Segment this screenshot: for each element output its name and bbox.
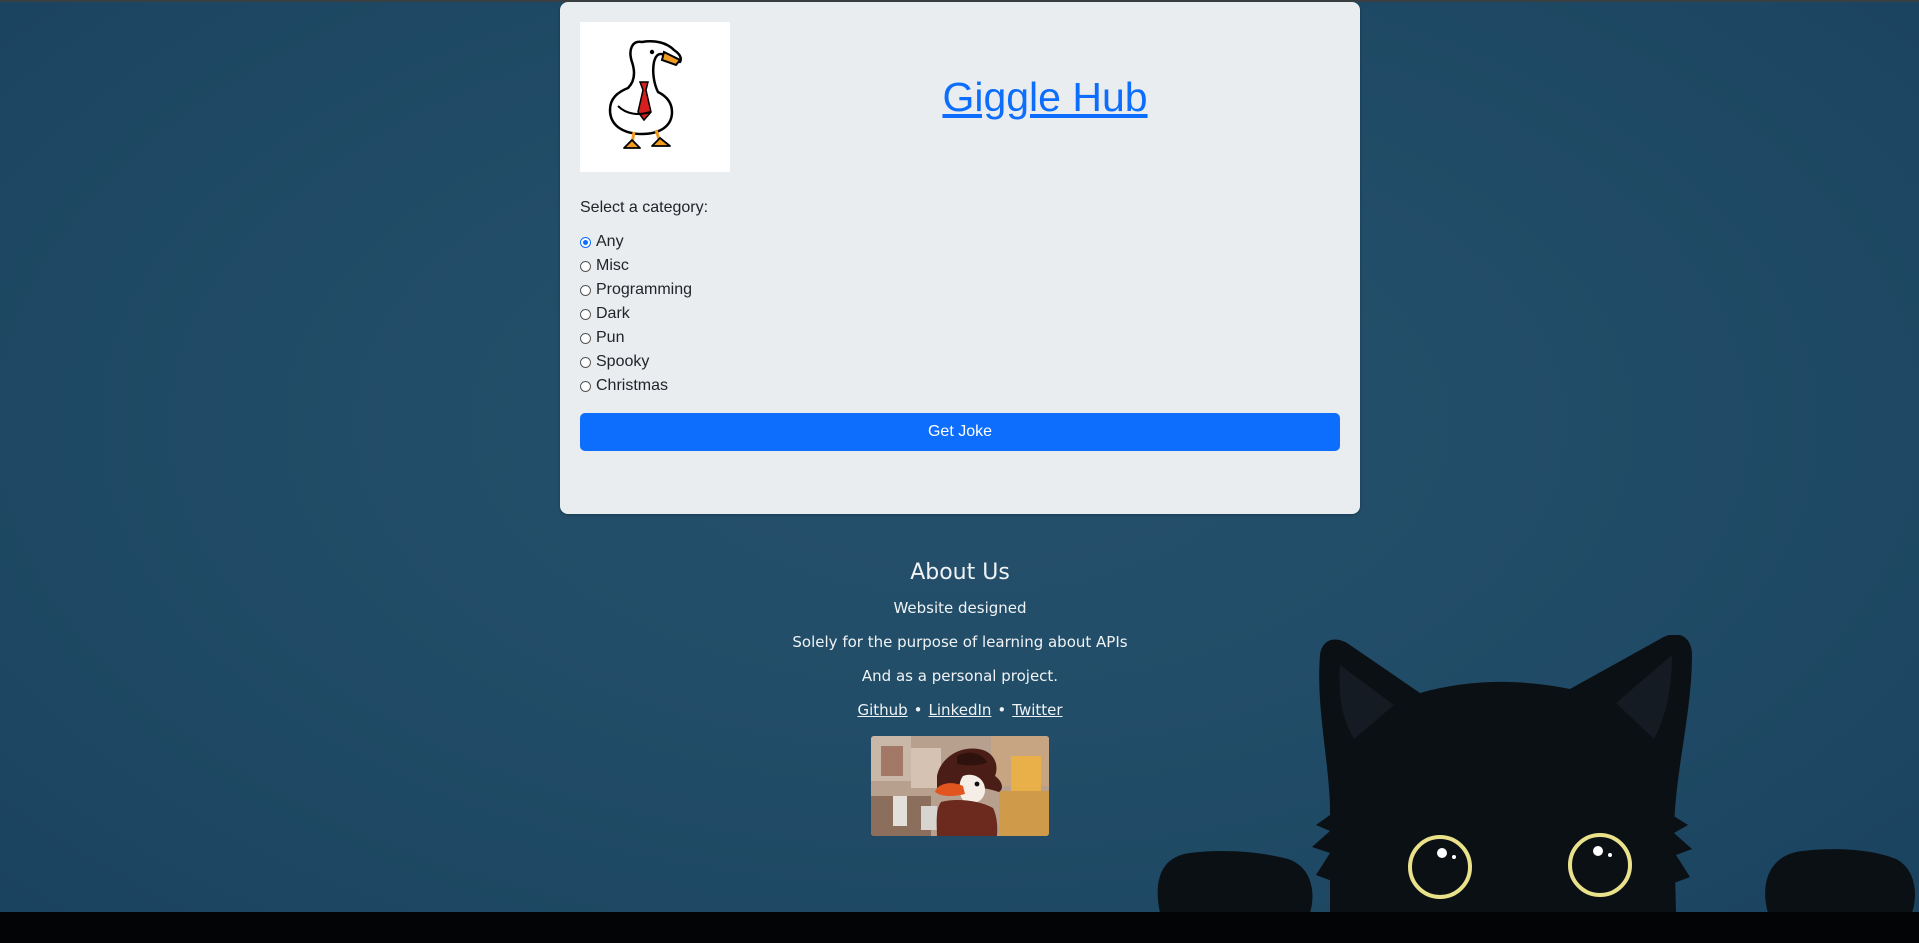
category-label: Select a category: xyxy=(580,199,709,216)
joke-card: Giggle Hub Select a category: Any Misc P… xyxy=(560,2,1360,514)
about-line: Website designed xyxy=(893,599,1027,617)
category-option-christmas[interactable]: Christmas xyxy=(580,374,692,398)
site-title-link[interactable]: Giggle Hub xyxy=(730,74,1360,121)
category-option-label: Spooky xyxy=(596,353,650,370)
category-option-label: Any xyxy=(596,233,624,250)
category-option-label: Christmas xyxy=(596,377,669,394)
category-option-misc[interactable]: Misc xyxy=(580,254,692,278)
github-link[interactable]: Github xyxy=(857,701,907,719)
radio-button[interactable] xyxy=(580,284,591,296)
get-joke-button[interactable]: Get Joke xyxy=(580,413,1340,451)
category-option-spooky[interactable]: Spooky xyxy=(580,350,692,374)
radio-button[interactable] xyxy=(580,308,591,320)
radio-button[interactable] xyxy=(580,236,591,248)
category-option-dark[interactable]: Dark xyxy=(580,302,692,326)
category-option-any[interactable]: Any xyxy=(580,230,692,254)
radio-button[interactable] xyxy=(580,260,591,272)
category-option-programming[interactable]: Programming xyxy=(580,278,692,302)
peeking-cat-illustration xyxy=(1140,634,1919,913)
category-option-label: Pun xyxy=(596,329,625,346)
link-separator: • xyxy=(997,701,1007,719)
category-option-label: Misc xyxy=(596,257,629,274)
about-heading: About Us xyxy=(910,560,1010,585)
link-separator: • xyxy=(913,701,923,719)
goose-logo-icon xyxy=(580,22,730,172)
twitter-link[interactable]: Twitter xyxy=(1012,701,1062,719)
floor-bar xyxy=(0,912,1919,943)
radio-button[interactable] xyxy=(580,380,591,392)
category-radio-group: Any Misc Programming Dark Pun Spooky Chr… xyxy=(580,230,692,398)
radio-button[interactable] xyxy=(580,356,591,368)
category-option-label: Dark xyxy=(596,305,630,322)
category-option-label: Programming xyxy=(596,281,693,298)
category-option-pun[interactable]: Pun xyxy=(580,326,692,350)
goose-detective-image xyxy=(871,736,1049,836)
linkedin-link[interactable]: LinkedIn xyxy=(929,701,992,719)
radio-button[interactable] xyxy=(580,332,591,344)
